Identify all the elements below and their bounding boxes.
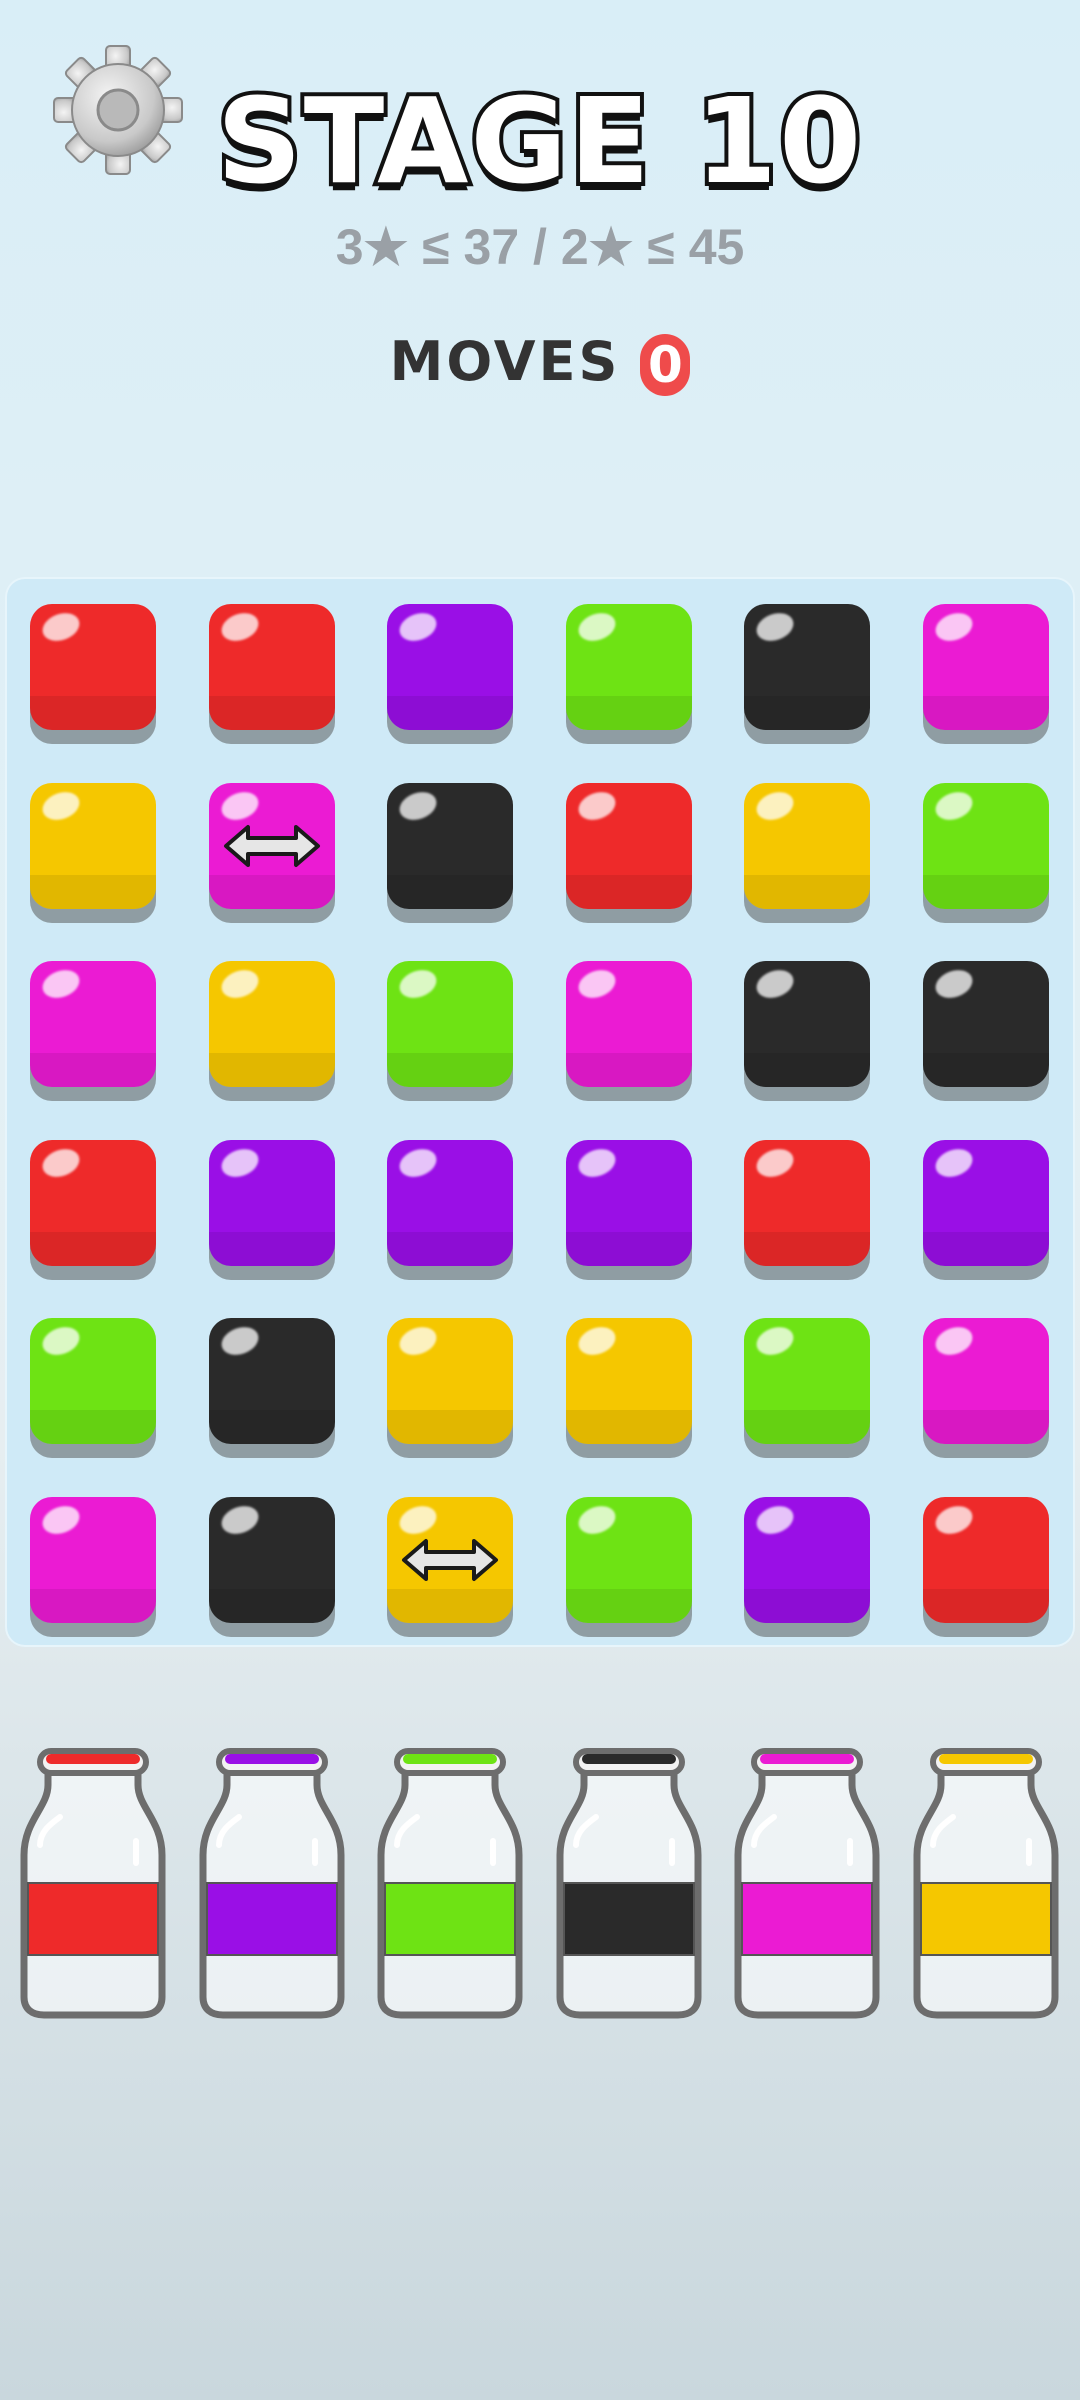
tile-yellow[interactable]	[565, 1318, 692, 1444]
tile-black[interactable]	[208, 1496, 335, 1623]
tile-magenta[interactable]	[30, 1496, 156, 1623]
tile-green[interactable]	[565, 1496, 692, 1623]
tile-black[interactable]	[744, 961, 870, 1087]
bottle-purple[interactable]	[197, 1745, 347, 2020]
tile-yellow[interactable]	[387, 1318, 513, 1444]
tile-purple[interactable]	[744, 1496, 870, 1623]
bottle-magenta[interactable]	[732, 1745, 882, 2020]
tile-magenta[interactable]	[922, 1318, 1049, 1444]
tile-red[interactable]	[30, 1139, 156, 1266]
tile-yellow[interactable]	[744, 782, 870, 909]
tile-green[interactable]	[565, 604, 692, 730]
tile-purple[interactable]	[208, 1139, 335, 1266]
tile-red[interactable]	[565, 782, 692, 909]
tile-magenta-swap[interactable]	[208, 782, 335, 909]
stage-title: STAGE 10	[213, 68, 865, 214]
moves-value: 0	[640, 334, 691, 397]
tile-magenta[interactable]	[30, 961, 156, 1087]
tile-magenta[interactable]	[922, 604, 1049, 730]
tile-red[interactable]	[922, 1496, 1049, 1623]
bottle-red[interactable]	[18, 1745, 168, 2020]
tile-yellow[interactable]	[30, 782, 156, 909]
tile-black[interactable]	[744, 604, 870, 730]
bottle-green[interactable]	[375, 1745, 525, 2020]
tile-green[interactable]	[387, 961, 513, 1087]
double-arrow-icon	[223, 824, 320, 867]
tile-yellow-swap[interactable]	[387, 1496, 513, 1623]
tile-red[interactable]	[744, 1139, 870, 1266]
tile-red[interactable]	[208, 604, 335, 730]
tile-green[interactable]	[30, 1318, 156, 1444]
tile-black[interactable]	[208, 1318, 335, 1444]
tile-magenta[interactable]	[565, 961, 692, 1087]
tile-green[interactable]	[922, 782, 1049, 909]
tile-purple[interactable]	[387, 604, 513, 730]
double-arrow-icon	[402, 1538, 498, 1581]
tile-black[interactable]	[922, 961, 1049, 1087]
moves-counter: MOVES 0	[0, 330, 1080, 397]
tile-green[interactable]	[744, 1318, 870, 1444]
moves-label: MOVES	[389, 330, 621, 393]
bottle-yellow[interactable]	[911, 1745, 1061, 2020]
tile-black[interactable]	[387, 782, 513, 909]
star-thresholds: 3★ ≤ 37 / 2★ ≤ 45	[335, 219, 745, 275]
tile-purple[interactable]	[922, 1139, 1049, 1266]
bottle-black[interactable]	[554, 1745, 704, 2020]
game-board	[5, 577, 1075, 1647]
tile-yellow[interactable]	[208, 961, 335, 1087]
tile-purple[interactable]	[387, 1139, 513, 1266]
tile-red[interactable]	[30, 604, 156, 730]
tile-purple[interactable]	[565, 1139, 692, 1266]
